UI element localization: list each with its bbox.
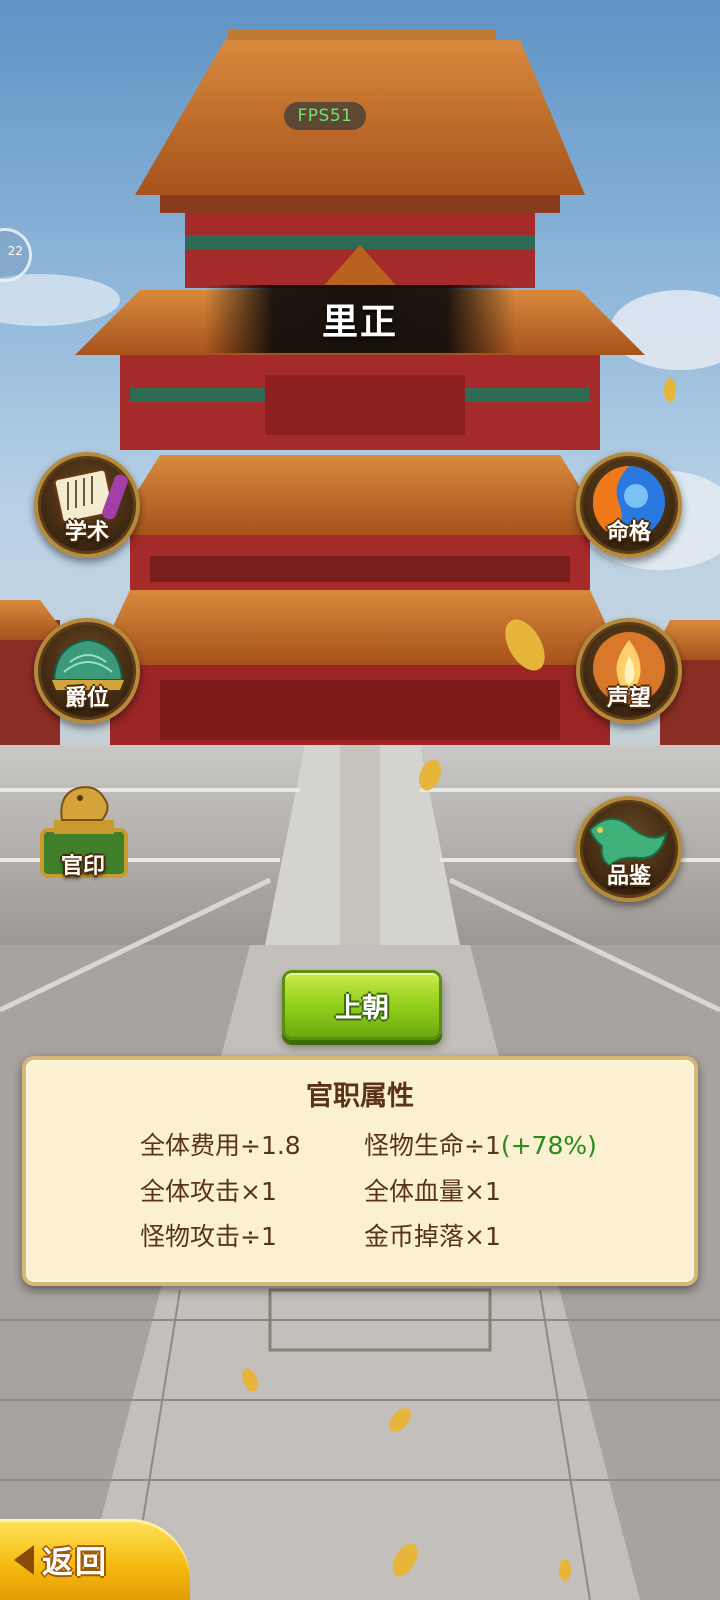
attribute-item: 怪物攻击÷1 [140, 1222, 277, 1251]
back-arrow-icon [14, 1544, 34, 1575]
go-to-court-button[interactable]: 上朝 [282, 970, 442, 1040]
attribute-item: 全体费用÷1.8 [140, 1131, 301, 1160]
menu-label-prestige: 声望 [606, 686, 652, 711]
menu-button-destiny[interactable]: 命格 [576, 452, 682, 558]
menu-button-prestige[interactable]: 声望 [576, 618, 682, 724]
rank-title-banner: 里正 [205, 285, 515, 353]
menu-label-official-seal: 官印 [60, 854, 106, 879]
attribute-item: 全体血量×1 [364, 1177, 501, 1206]
attribute-item: 金币掉落×1 [364, 1222, 501, 1251]
back-button[interactable]: 返回 [0, 1519, 190, 1600]
side-orb-text: 22 [7, 244, 23, 258]
go-to-court-label: 上朝 [335, 992, 389, 1024]
attribute-item: 全体攻击×1 [140, 1177, 277, 1206]
menu-label-nobility: 爵位 [64, 686, 110, 711]
attribute-item: 怪物生命÷1(+78%) [364, 1131, 597, 1160]
panel-title: 官职属性 [306, 1081, 414, 1112]
game-screen: FPS51 22 里正 学术 爵位 官印 命格 声望 品鉴 上朝 官职属性 全体… [0, 0, 720, 1600]
back-button-label: 返回 [42, 1545, 108, 1581]
menu-label-appraisal: 品鉴 [606, 864, 652, 889]
rank-title: 里正 [321, 302, 398, 343]
menu-button-academics[interactable]: 学术 [34, 452, 140, 558]
fps-counter: FPS51 [284, 102, 366, 130]
attribute-bonus: (+78%) [500, 1131, 597, 1160]
official-attributes-panel: 官职属性 全体费用÷1.8 怪物生命÷1(+78%) 全体攻击×1 全体血量×1… [22, 1056, 698, 1286]
menu-button-nobility[interactable]: 爵位 [34, 618, 140, 724]
menu-label-academics: 学术 [64, 520, 110, 545]
menu-label-destiny: 命格 [606, 520, 652, 545]
menu-button-appraisal[interactable]: 品鉴 [576, 796, 682, 902]
menu-button-official-seal[interactable]: 官印 [34, 784, 132, 882]
